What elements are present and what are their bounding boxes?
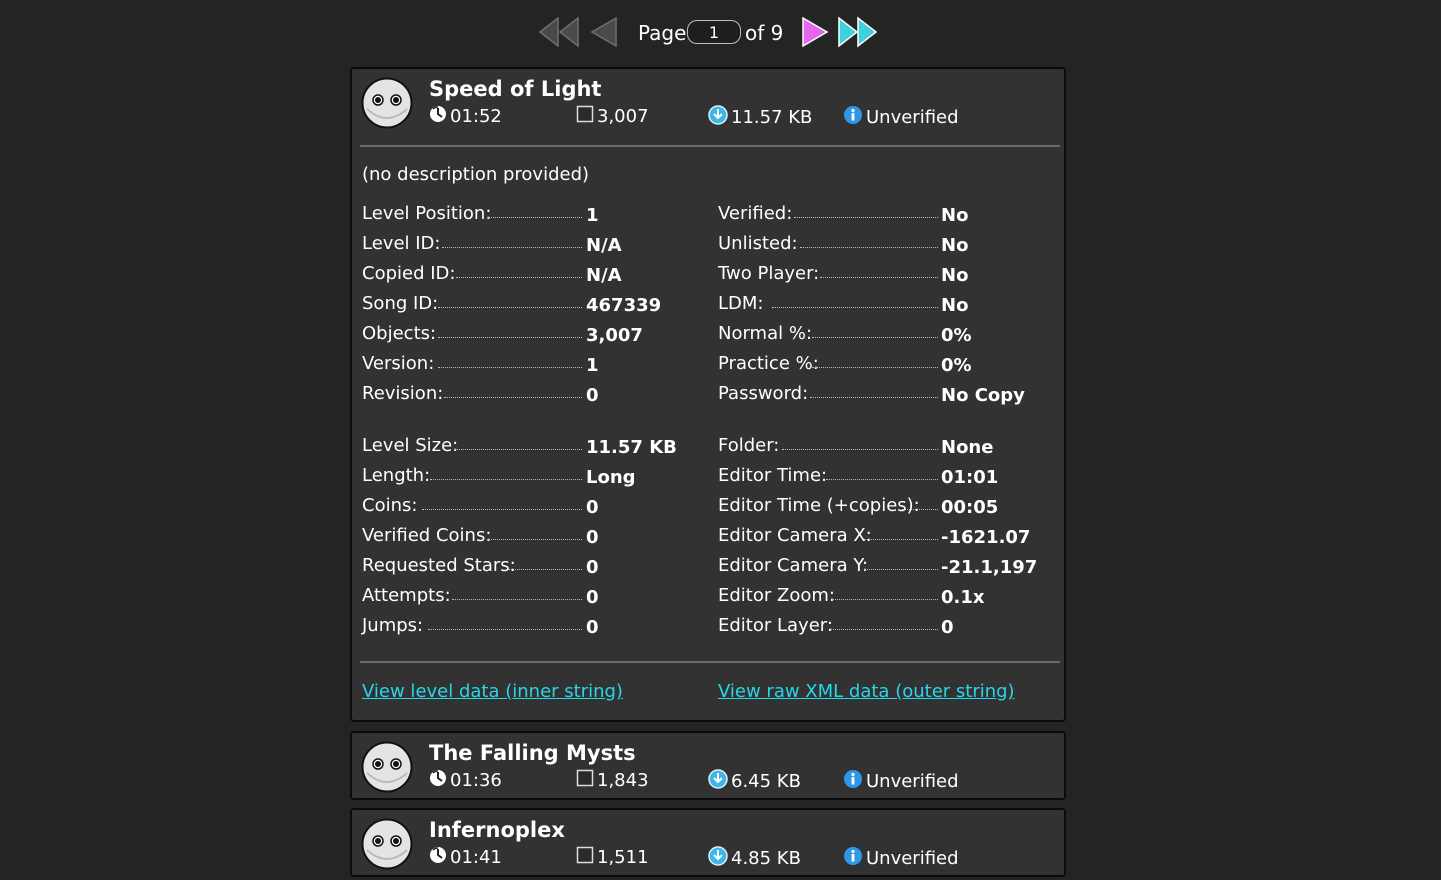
view-inner-string-link[interactable]: View level data (inner string): [362, 681, 623, 702]
level-size-value: 6.45 KB: [731, 771, 801, 792]
level-objects-value: 1,843: [597, 770, 649, 791]
level-objects-stat: 3,007: [576, 105, 649, 128]
level-status-stat: Unverified: [843, 769, 959, 794]
next-page-icon[interactable]: [800, 16, 830, 52]
square-outline-icon: [576, 105, 594, 128]
level-size-stat: 4.85 KB: [708, 846, 801, 871]
level-objects-stat: 1,511: [576, 846, 649, 869]
level-status-stat: Unverified: [843, 846, 959, 871]
level-status-value: Unverified: [866, 107, 959, 128]
first-page-icon[interactable]: [538, 16, 580, 52]
robot-face-icon: [361, 818, 413, 874]
level-status-value: Unverified: [866, 771, 959, 792]
level-name: The Falling Mysts: [429, 741, 636, 765]
view-outer-string-link[interactable]: View raw XML data (outer string): [718, 681, 1015, 702]
level-status-value: Unverified: [866, 848, 959, 869]
level-name: Speed of Light: [429, 77, 602, 101]
level-description: (no description provided): [362, 164, 590, 185]
level-objects-value: 3,007: [597, 106, 649, 127]
level-size-value: 11.57 KB: [731, 107, 813, 128]
divider: [360, 145, 1060, 147]
level-size-stat: 6.45 KB: [708, 769, 801, 794]
level-objects-stat: 1,843: [576, 769, 649, 792]
level-card[interactable]: The Falling Mysts 01:36 1,843 6.45 KB Un…: [350, 731, 1066, 800]
download-disc-icon: [708, 105, 728, 130]
level-size-stat: 11.57 KB: [708, 105, 812, 130]
level-name: Infernoplex: [429, 818, 565, 842]
download-disc-icon: [708, 769, 728, 794]
level-time-value: 01:52: [450, 106, 502, 127]
level-status-stat: Unverified: [843, 105, 959, 130]
prev-page-icon[interactable]: [588, 16, 618, 52]
level-time-stat: 01:36: [429, 769, 502, 792]
info-icon: [843, 846, 863, 871]
level-size-value: 4.85 KB: [731, 848, 801, 869]
clock-icon: [429, 769, 447, 792]
square-outline-icon: [576, 769, 594, 792]
clock-icon: [429, 846, 447, 869]
pagination-bar: Page of 9: [0, 14, 1441, 50]
divider: [360, 661, 1060, 663]
level-time-stat: 01:52: [429, 105, 502, 128]
download-disc-icon: [708, 846, 728, 871]
level-time-value: 01:41: [450, 847, 502, 868]
level-time-value: 01:36: [450, 770, 502, 791]
level-objects-value: 1,511: [597, 847, 649, 868]
clock-icon: [429, 105, 447, 128]
robot-face-icon: [361, 77, 413, 133]
square-outline-icon: [576, 846, 594, 869]
page-number-input[interactable]: [687, 20, 741, 44]
page-label: Page: [638, 21, 687, 45]
info-icon: [843, 769, 863, 794]
last-page-icon[interactable]: [836, 16, 880, 52]
level-card[interactable]: Infernoplex 01:41 1,511 4.85 KB Unverifi…: [350, 808, 1066, 877]
robot-face-icon: [361, 741, 413, 797]
level-card-expanded[interactable]: Speed of Light 01:52 3,007 11.57 KB Unve…: [350, 67, 1066, 722]
info-icon: [843, 105, 863, 130]
page-count-label: of 9: [745, 21, 784, 45]
level-time-stat: 01:41: [429, 846, 502, 869]
